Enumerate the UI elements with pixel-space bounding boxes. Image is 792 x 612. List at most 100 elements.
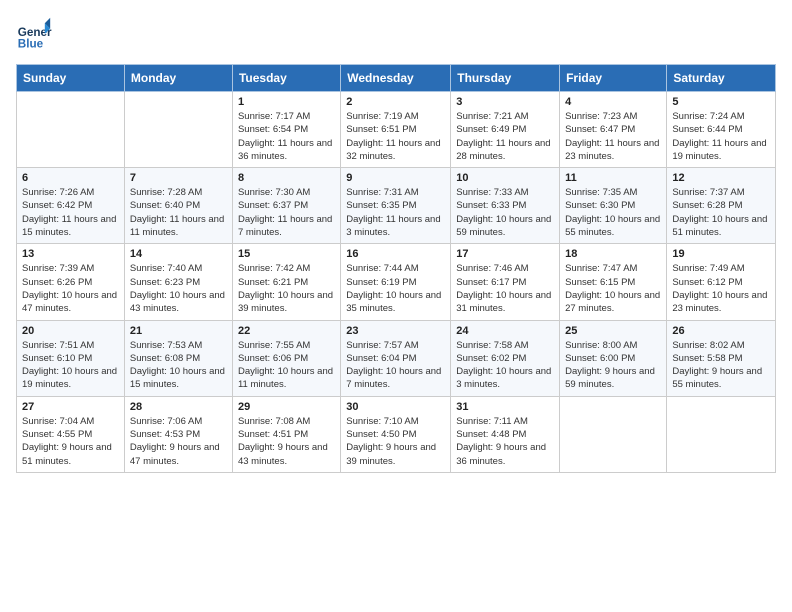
- day-number: 1: [238, 96, 335, 108]
- calendar-cell: 22 Sunrise: 7:55 AM Sunset: 6:06 PM Dayli…: [232, 320, 340, 396]
- header-wednesday: Wednesday: [341, 65, 451, 92]
- calendar-cell: 13 Sunrise: 7:39 AM Sunset: 6:26 PM Dayli…: [17, 244, 125, 320]
- header-saturday: Saturday: [667, 65, 776, 92]
- day-number: 11: [565, 172, 661, 184]
- day-number: 6: [22, 172, 119, 184]
- day-number: 19: [672, 248, 770, 260]
- day-number: 17: [456, 248, 554, 260]
- day-info: Sunrise: 7:35 AM Sunset: 6:30 PM Dayligh…: [565, 186, 661, 239]
- calendar-cell: 17 Sunrise: 7:46 AM Sunset: 6:17 PM Dayli…: [451, 244, 560, 320]
- calendar-cell: 16 Sunrise: 7:44 AM Sunset: 6:19 PM Dayli…: [341, 244, 451, 320]
- calendar-cell: 27 Sunrise: 7:04 AM Sunset: 4:55 PM Dayli…: [17, 396, 125, 472]
- day-info: Sunrise: 7:44 AM Sunset: 6:19 PM Dayligh…: [346, 262, 445, 315]
- calendar-cell: [667, 396, 776, 472]
- day-number: 18: [565, 248, 661, 260]
- day-info: Sunrise: 7:19 AM Sunset: 6:51 PM Dayligh…: [346, 110, 445, 163]
- day-info: Sunrise: 7:58 AM Sunset: 6:02 PM Dayligh…: [456, 339, 554, 392]
- day-number: 26: [672, 325, 770, 337]
- day-info: Sunrise: 7:28 AM Sunset: 6:40 PM Dayligh…: [130, 186, 227, 239]
- calendar-cell: 23Sunrise: 7:57 AM Sunset: 6:04 PM Dayli…: [341, 320, 451, 396]
- calendar-cell: 15 Sunrise: 7:42 AM Sunset: 6:21 PM Dayli…: [232, 244, 340, 320]
- calendar-cell: 6 Sunrise: 7:26 AM Sunset: 6:42 PM Daylig…: [17, 168, 125, 244]
- header-thursday: Thursday: [451, 65, 560, 92]
- page-header: General Blue: [16, 16, 776, 52]
- day-info: Sunrise: 7:49 AM Sunset: 6:12 PM Dayligh…: [672, 262, 770, 315]
- calendar-cell: 9 Sunrise: 7:31 AM Sunset: 6:35 PM Daylig…: [341, 168, 451, 244]
- day-info: Sunrise: 8:02 AM Sunset: 5:58 PM Dayligh…: [672, 339, 770, 392]
- calendar-cell: 21Sunrise: 7:53 AM Sunset: 6:08 PM Dayli…: [124, 320, 232, 396]
- day-number: 14: [130, 248, 227, 260]
- calendar-cell: 7 Sunrise: 7:28 AM Sunset: 6:40 PM Daylig…: [124, 168, 232, 244]
- day-info: Sunrise: 7:04 AM Sunset: 4:55 PM Dayligh…: [22, 415, 119, 468]
- calendar-cell: 4Sunrise: 7:23 AM Sunset: 6:47 PM Daylig…: [560, 92, 667, 168]
- calendar-cell: 19 Sunrise: 7:49 AM Sunset: 6:12 PM Dayli…: [667, 244, 776, 320]
- calendar-table: SundayMondayTuesdayWednesdayThursdayFrid…: [16, 64, 776, 473]
- calendar-cell: 3Sunrise: 7:21 AM Sunset: 6:49 PM Daylig…: [451, 92, 560, 168]
- calendar-cell: 1 Sunrise: 7:17 AM Sunset: 6:54 PM Daylig…: [232, 92, 340, 168]
- calendar-cell: 20Sunrise: 7:51 AM Sunset: 6:10 PM Dayli…: [17, 320, 125, 396]
- day-number: 2: [346, 96, 445, 108]
- day-info: Sunrise: 7:17 AM Sunset: 6:54 PM Dayligh…: [238, 110, 335, 163]
- day-number: 29: [238, 401, 335, 413]
- day-number: 16: [346, 248, 445, 260]
- day-info: Sunrise: 7:46 AM Sunset: 6:17 PM Dayligh…: [456, 262, 554, 315]
- calendar-cell: 29 Sunrise: 7:08 AM Sunset: 4:51 PM Dayli…: [232, 396, 340, 472]
- calendar-cell: 30 Sunrise: 7:10 AM Sunset: 4:50 PM Dayli…: [341, 396, 451, 472]
- day-number: 31: [456, 401, 554, 413]
- day-info: Sunrise: 7:11 AM Sunset: 4:48 PM Dayligh…: [456, 415, 554, 468]
- day-info: Sunrise: 7:30 AM Sunset: 6:37 PM Dayligh…: [238, 186, 335, 239]
- week-row-1: 1 Sunrise: 7:17 AM Sunset: 6:54 PM Daylig…: [17, 92, 776, 168]
- calendar-cell: [124, 92, 232, 168]
- day-info: Sunrise: 7:37 AM Sunset: 6:28 PM Dayligh…: [672, 186, 770, 239]
- day-number: 23: [346, 325, 445, 337]
- calendar-cell: [17, 92, 125, 168]
- calendar-cell: 8 Sunrise: 7:30 AM Sunset: 6:37 PM Daylig…: [232, 168, 340, 244]
- week-row-3: 13 Sunrise: 7:39 AM Sunset: 6:26 PM Dayli…: [17, 244, 776, 320]
- calendar-cell: 28 Sunrise: 7:06 AM Sunset: 4:53 PM Dayli…: [124, 396, 232, 472]
- calendar-cell: 2 Sunrise: 7:19 AM Sunset: 6:51 PM Daylig…: [341, 92, 451, 168]
- day-info: Sunrise: 7:39 AM Sunset: 6:26 PM Dayligh…: [22, 262, 119, 315]
- day-number: 24: [456, 325, 554, 337]
- week-row-2: 6 Sunrise: 7:26 AM Sunset: 6:42 PM Daylig…: [17, 168, 776, 244]
- day-number: 15: [238, 248, 335, 260]
- day-number: 22: [238, 325, 335, 337]
- day-number: 9: [346, 172, 445, 184]
- day-number: 13: [22, 248, 119, 260]
- day-number: 27: [22, 401, 119, 413]
- day-info: Sunrise: 7:26 AM Sunset: 6:42 PM Dayligh…: [22, 186, 119, 239]
- day-info: Sunrise: 8:00 AM Sunset: 6:00 PM Dayligh…: [565, 339, 661, 392]
- day-info: Sunrise: 7:31 AM Sunset: 6:35 PM Dayligh…: [346, 186, 445, 239]
- day-info: Sunrise: 7:24 AM Sunset: 6:44 PM Dayligh…: [672, 110, 770, 163]
- day-number: 30: [346, 401, 445, 413]
- day-info: Sunrise: 7:33 AM Sunset: 6:33 PM Dayligh…: [456, 186, 554, 239]
- calendar-cell: 26 Sunrise: 8:02 AM Sunset: 5:58 PM Dayli…: [667, 320, 776, 396]
- day-info: Sunrise: 7:47 AM Sunset: 6:15 PM Dayligh…: [565, 262, 661, 315]
- day-number: 3: [456, 96, 554, 108]
- day-number: 5: [672, 96, 770, 108]
- day-number: 8: [238, 172, 335, 184]
- calendar-cell: 11 Sunrise: 7:35 AM Sunset: 6:30 PM Dayli…: [560, 168, 667, 244]
- calendar-cell: 18 Sunrise: 7:47 AM Sunset: 6:15 PM Dayli…: [560, 244, 667, 320]
- day-info: Sunrise: 7:55 AM Sunset: 6:06 PM Dayligh…: [238, 339, 335, 392]
- day-info: Sunrise: 7:08 AM Sunset: 4:51 PM Dayligh…: [238, 415, 335, 468]
- day-number: 7: [130, 172, 227, 184]
- day-info: Sunrise: 7:53 AM Sunset: 6:08 PM Dayligh…: [130, 339, 227, 392]
- header-monday: Monday: [124, 65, 232, 92]
- calendar-cell: 12 Sunrise: 7:37 AM Sunset: 6:28 PM Dayli…: [667, 168, 776, 244]
- calendar-cell: 5 Sunrise: 7:24 AM Sunset: 6:44 PM Daylig…: [667, 92, 776, 168]
- day-info: Sunrise: 7:40 AM Sunset: 6:23 PM Dayligh…: [130, 262, 227, 315]
- header-tuesday: Tuesday: [232, 65, 340, 92]
- week-row-5: 27 Sunrise: 7:04 AM Sunset: 4:55 PM Dayli…: [17, 396, 776, 472]
- calendar-header-row: SundayMondayTuesdayWednesdayThursdayFrid…: [17, 65, 776, 92]
- day-number: 28: [130, 401, 227, 413]
- calendar-cell: 10Sunrise: 7:33 AM Sunset: 6:33 PM Dayli…: [451, 168, 560, 244]
- svg-text:Blue: Blue: [18, 38, 44, 51]
- day-info: Sunrise: 7:23 AM Sunset: 6:47 PM Dayligh…: [565, 110, 661, 163]
- day-info: Sunrise: 7:51 AM Sunset: 6:10 PM Dayligh…: [22, 339, 119, 392]
- day-number: 12: [672, 172, 770, 184]
- calendar-cell: [560, 396, 667, 472]
- day-number: 25: [565, 325, 661, 337]
- day-info: Sunrise: 7:10 AM Sunset: 4:50 PM Dayligh…: [346, 415, 445, 468]
- day-info: Sunrise: 7:06 AM Sunset: 4:53 PM Dayligh…: [130, 415, 227, 468]
- day-info: Sunrise: 7:42 AM Sunset: 6:21 PM Dayligh…: [238, 262, 335, 315]
